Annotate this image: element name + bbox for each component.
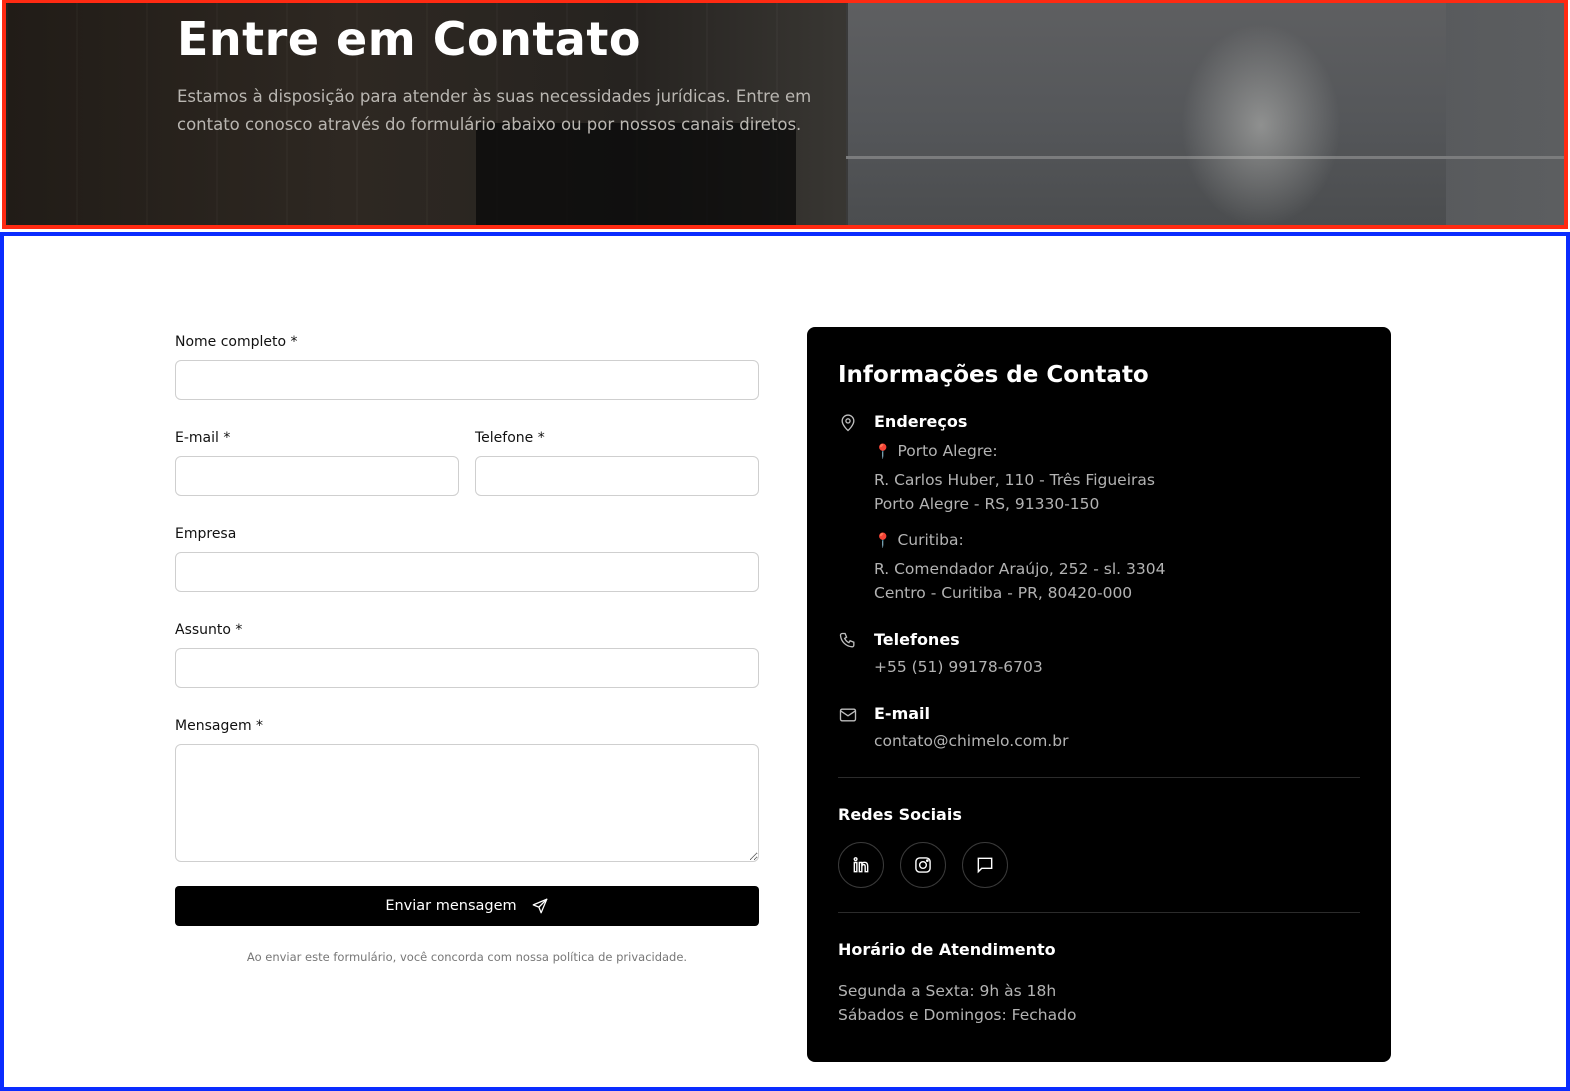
subject-label: Assunto * [175, 622, 243, 638]
company-label: Empresa [175, 526, 237, 542]
addresses-title: Endereços [874, 412, 968, 431]
addresses-content: Endereços 📍 Porto Alegre: R. Carlos Huber… [874, 411, 1165, 605]
hero-banner: Entre em Contato Estamos à disposição pa… [2, 0, 1568, 229]
name-label: Nome completo * [175, 334, 298, 350]
message-link[interactable] [962, 842, 1008, 888]
contact-form: Nome completo * E-mail * Telefone * Empr… [175, 332, 763, 964]
addresses-block: Endereços 📍 Porto Alegre: R. Carlos Huber… [838, 411, 1360, 605]
hero-content: Entre em Contato Estamos à disposição pa… [177, 9, 877, 139]
hero-background-whiteboard [846, 3, 1446, 225]
message-icon [977, 857, 993, 874]
email-block: E-mail contato@chimelo.com.br [838, 703, 1360, 753]
office-curitiba-city: 📍 Curitiba: [874, 528, 1165, 553]
email-phone-row: E-mail * Telefone * [175, 428, 763, 496]
privacy-note: Ao enviar este formulário, você concorda… [246, 950, 688, 964]
map-pin-icon-wrap [838, 411, 874, 605]
office-curitiba-line2: Centro - Curitiba - PR, 80420-000 [874, 584, 1133, 602]
company-input[interactable] [175, 552, 759, 592]
contact-section: Nome completo * E-mail * Telefone * Empr… [0, 232, 1570, 1091]
page-subtitle: Estamos à disposição para atender às sua… [177, 87, 812, 134]
contact-info-card: Informações de Contato Endereços 📍 Porto … [807, 327, 1391, 1062]
divider [838, 777, 1360, 778]
company-group: Empresa [175, 524, 763, 592]
map-pin-icon [841, 414, 855, 432]
phone-icon-wrap [838, 629, 874, 679]
phone-group: Telefone * [475, 428, 759, 496]
email-title: E-mail [874, 704, 931, 723]
message-label: Mensagem * [175, 718, 264, 734]
name-group: Nome completo * [175, 332, 763, 400]
hours-weekdays: Segunda a Sexta: 9h às 18h [838, 982, 1057, 1000]
send-icon [532, 898, 548, 914]
mail-icon-wrap [838, 703, 874, 753]
phone-label: Telefone * [475, 430, 545, 446]
office-porto-alegre-line1: R. Carlos Huber, 110 - Três Figueiras [874, 471, 1155, 489]
message-group: Mensagem * [175, 716, 763, 862]
page-title: Entre em Contato [177, 12, 641, 66]
city-name: Curitiba: [897, 531, 964, 549]
email-content: E-mail contato@chimelo.com.br [874, 703, 1068, 753]
hours-weekend: Sábados e Domingos: Fechado [838, 1006, 1077, 1024]
instagram-icon [915, 857, 931, 873]
contact-info-title: Informações de Contato [838, 362, 1149, 388]
mail-icon [839, 708, 857, 722]
instagram-link[interactable] [900, 842, 946, 888]
phone-number-link[interactable]: +55 (51) 99178-6703 [874, 655, 1043, 679]
phones-block: Telefones +55 (51) 99178-6703 [838, 629, 1360, 679]
phones-title: Telefones [874, 630, 960, 649]
social-title: Redes Sociais [838, 805, 962, 824]
email-input[interactable] [175, 456, 459, 496]
phone-input[interactable] [475, 456, 759, 496]
red-pin-icon: 📍 [874, 533, 892, 549]
send-message-button[interactable]: Enviar mensagem [175, 886, 759, 926]
email-label: E-mail * [175, 430, 231, 446]
divider [838, 912, 1360, 913]
hero-background-plant [1181, 23, 1341, 225]
phone-icon [839, 632, 855, 648]
message-textarea[interactable] [175, 744, 759, 862]
hours-title: Horário de Atendimento [838, 940, 1056, 959]
office-porto-alegre-city: 📍 Porto Alegre: [874, 439, 1165, 464]
email-group: E-mail * [175, 428, 459, 496]
send-message-label: Enviar mensagem [385, 898, 517, 914]
subject-input[interactable] [175, 648, 759, 688]
linkedin-link[interactable] [838, 842, 884, 888]
office-porto-alegre-line2: Porto Alegre - RS, 91330-150 [874, 495, 1100, 513]
linkedin-icon [853, 857, 869, 873]
hours-content: Segunda a Sexta: 9h às 18h Sábados e Dom… [838, 979, 1360, 1027]
name-input[interactable] [175, 360, 759, 400]
phones-content: Telefones +55 (51) 99178-6703 [874, 629, 1043, 679]
email-address-link[interactable]: contato@chimelo.com.br [874, 729, 1068, 753]
subject-group: Assunto * [175, 620, 763, 688]
red-pin-icon: 📍 [874, 444, 892, 460]
city-name: Porto Alegre: [897, 442, 998, 460]
social-links [838, 842, 1360, 888]
office-curitiba-line1: R. Comendador Araújo, 252 - sl. 3304 [874, 560, 1166, 578]
